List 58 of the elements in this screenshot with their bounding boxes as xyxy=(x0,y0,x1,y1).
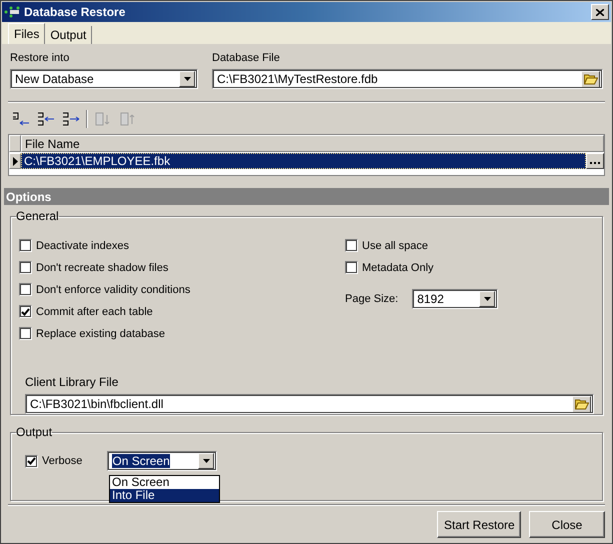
group-title: General xyxy=(16,209,59,223)
checkbox-label: Use all space xyxy=(362,240,428,252)
checkbox[interactable] xyxy=(19,283,32,296)
checkmark-icon xyxy=(21,308,30,316)
row-indicator[interactable] xyxy=(9,153,21,169)
restore-into-dropdown[interactable]: New Database xyxy=(10,69,198,89)
section-header: Options xyxy=(4,188,609,205)
checkbox[interactable] xyxy=(345,239,358,252)
checkbox-label: Don't enforce validity conditions xyxy=(36,284,190,296)
app-icon xyxy=(4,5,20,19)
field-label: Restore into xyxy=(10,52,70,64)
checkbox-label: Deactivate indexes xyxy=(36,240,129,252)
open-folder-button[interactable] xyxy=(572,396,591,412)
dropdown-arrow-icon xyxy=(184,77,190,81)
checkbox[interactable] xyxy=(25,454,38,468)
dialog-button[interactable]: Start Restore xyxy=(437,511,521,538)
close-icon xyxy=(596,8,604,16)
append-item-icon xyxy=(62,111,80,127)
row-pointer-icon xyxy=(12,156,18,166)
client-library-field[interactable]: C:\FB3021\bin\fbclient.dll xyxy=(25,394,594,414)
checkbox-label: Metadata Only xyxy=(362,262,434,274)
output-dropdown[interactable]: On Screen xyxy=(107,451,218,471)
folder-icon xyxy=(584,73,598,85)
add-item-icon xyxy=(12,111,30,127)
checkbox[interactable] xyxy=(19,239,32,252)
dialog-button[interactable]: Close xyxy=(529,511,605,538)
checkbox[interactable] xyxy=(345,261,358,274)
field-label: Database File xyxy=(212,52,281,64)
close-button[interactable] xyxy=(591,4,609,20)
field-label: Page Size: xyxy=(345,293,398,305)
dropdown-arrow-icon xyxy=(484,297,491,301)
checkbox[interactable] xyxy=(19,327,32,340)
dropdown-option[interactable]: Into File xyxy=(110,489,219,502)
table-cell[interactable]: C:\FB3021\EMPLOYEE.fbk xyxy=(21,153,586,169)
window-title: Database Restore xyxy=(24,5,126,19)
open-folder-button[interactable] xyxy=(581,70,600,88)
column-header[interactable]: File Name xyxy=(21,135,604,152)
move-up-icon xyxy=(120,111,136,127)
checkbox[interactable] xyxy=(19,305,32,318)
dropdown-button[interactable] xyxy=(198,453,214,469)
dropdown-button[interactable] xyxy=(479,291,496,307)
insert-item-icon xyxy=(37,111,55,127)
folder-icon xyxy=(574,398,588,410)
browse-button[interactable] xyxy=(586,153,604,169)
database-file-field[interactable]: C:\FB3021\MyTestRestore.fdb xyxy=(212,69,603,89)
checkbox-label: Commit after each table xyxy=(36,306,153,318)
field-label: Client Library File xyxy=(25,375,120,389)
dropdown-arrow-icon xyxy=(202,459,210,463)
group-title: Output xyxy=(16,425,52,439)
move-down-icon xyxy=(95,111,111,127)
dropdown-button[interactable] xyxy=(179,71,195,87)
checkbox-label: Replace existing database xyxy=(36,328,166,340)
checkbox-label: Don't recreate shadow files xyxy=(36,262,168,274)
page-size-dropdown[interactable]: 8192 xyxy=(412,289,498,309)
tab[interactable]: Files xyxy=(8,23,46,44)
checkbox-label: Verbose xyxy=(42,455,82,467)
checkbox[interactable] xyxy=(19,261,32,274)
checkmark-icon xyxy=(27,457,36,465)
